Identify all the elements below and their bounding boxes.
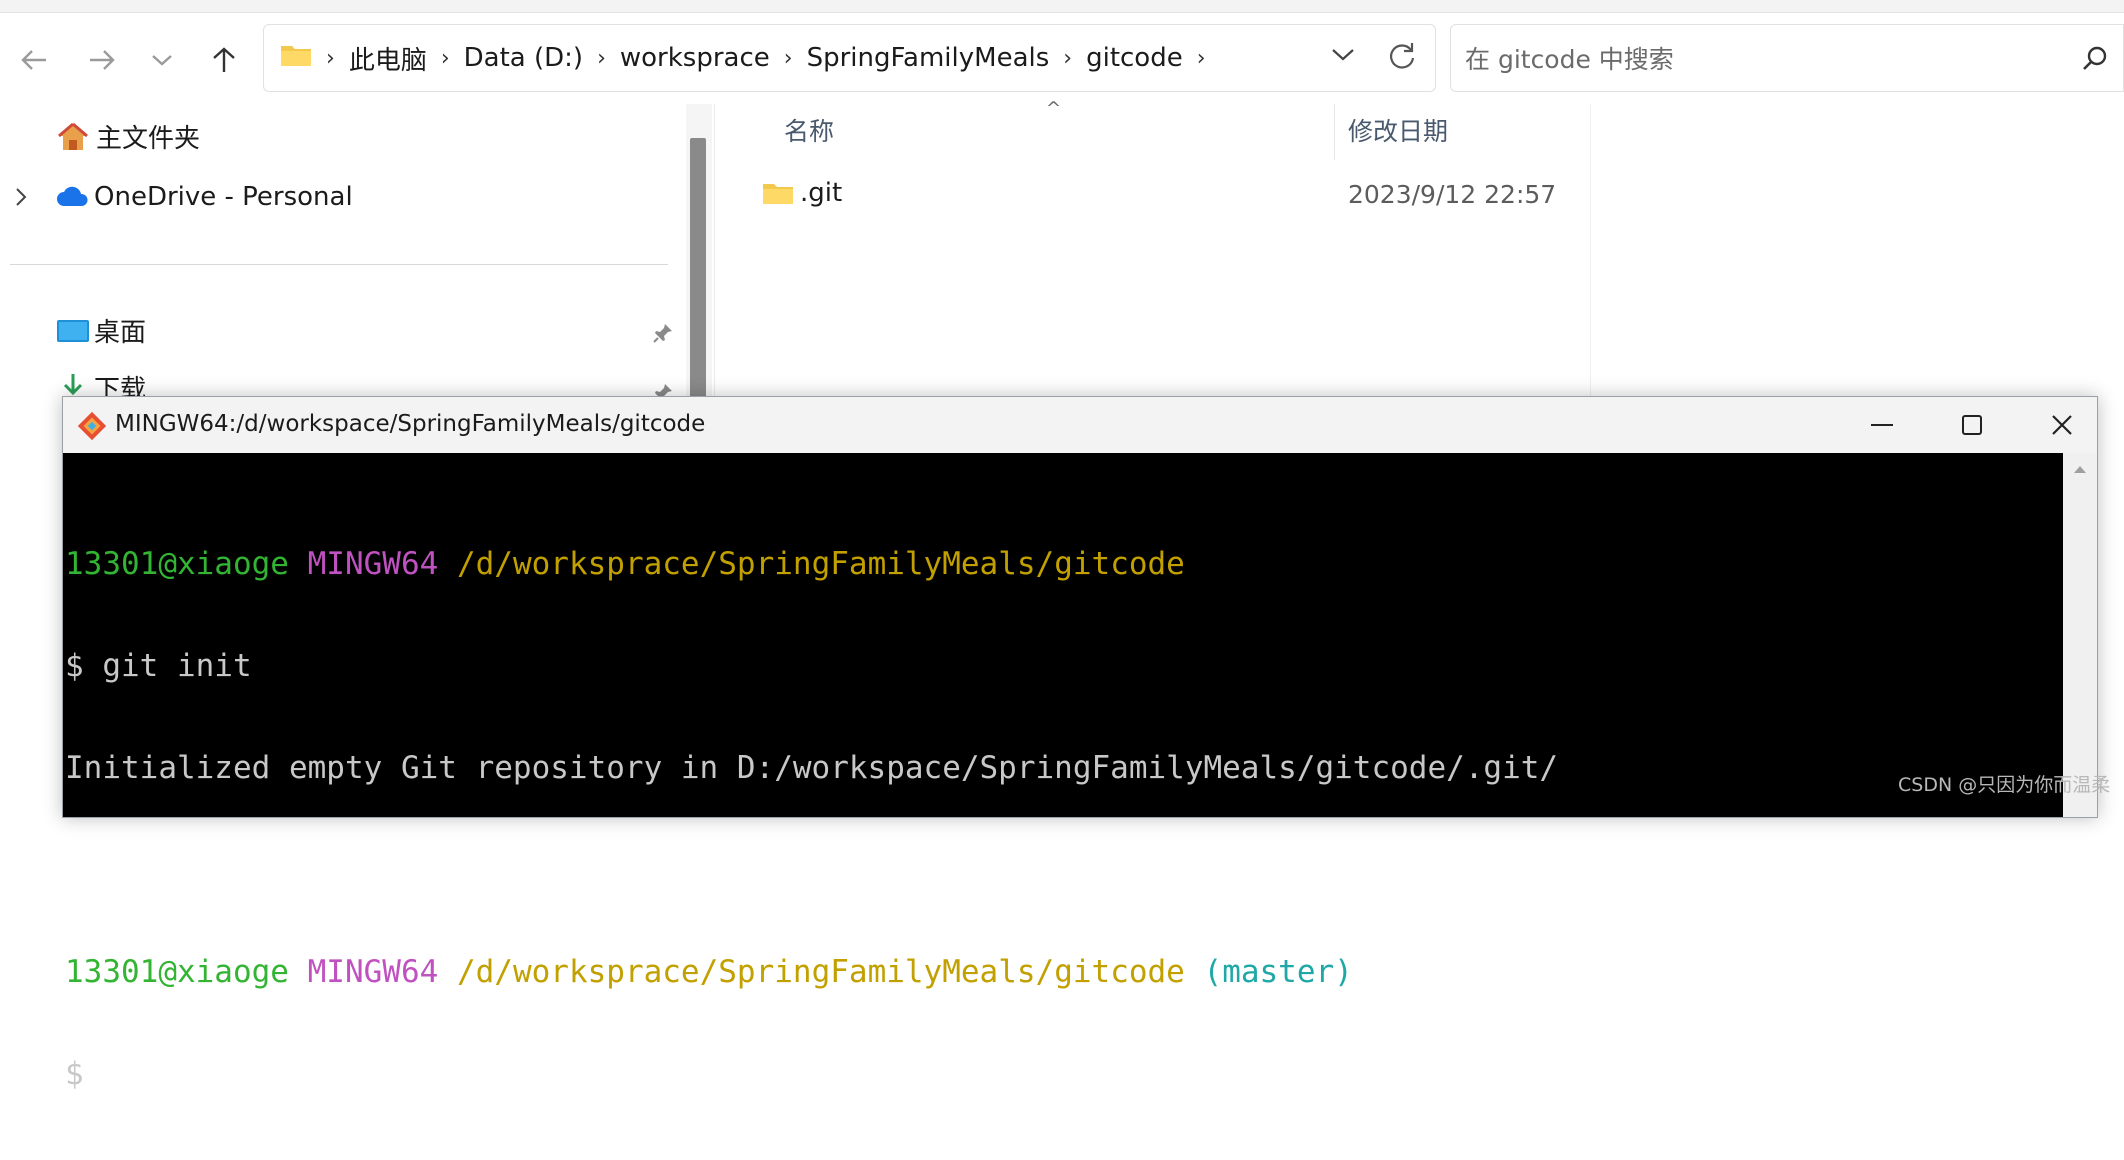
breadcrumb-separator: › [326, 45, 335, 71]
breadcrumb-data-drive[interactable]: Data (D:) [464, 43, 583, 73]
close-button[interactable] [2017, 397, 2107, 453]
recent-locations-button[interactable] [140, 38, 184, 82]
back-button[interactable] [12, 38, 56, 82]
terminal-command-line: $ git init [65, 648, 252, 684]
maximize-icon [1962, 415, 1982, 435]
nav-scrollbar-thumb[interactable] [690, 138, 706, 408]
terminal-output[interactable]: 13301@xiaoge MINGW64 /d/worksprace/Sprin… [65, 479, 2055, 1091]
terminal-title-bar[interactable]: MINGW64:/d/workspace/SpringFamilyMeals/g… [63, 397, 2097, 453]
breadcrumb-separator[interactable]: › [441, 46, 450, 71]
column-header-name[interactable]: 名称 [784, 112, 834, 148]
terminal-prompt-line: 13301@xiaoge MINGW64 /d/worksprace/Sprin… [65, 547, 2055, 581]
nav-item-home[interactable]: 主文件夹 [56, 118, 200, 155]
window-top-edge [0, 0, 2124, 13]
folder-icon [280, 42, 312, 75]
prompt-host: MINGW64 [307, 546, 439, 582]
breadcrumb-separator[interactable]: › [784, 46, 793, 71]
nav-item-label: 主文件夹 [96, 124, 201, 154]
up-button[interactable] [202, 38, 246, 82]
nav-item-label: OneDrive - Personal [94, 182, 353, 212]
search-icon[interactable] [2081, 45, 2109, 77]
terminal-output-line: Initialized empty Git repository in D:/w… [65, 750, 1559, 786]
chevron-down-icon [152, 55, 172, 66]
git-bash-icon [77, 411, 107, 441]
prompt-user: 13301@xiaoge [65, 954, 289, 990]
folder-icon [763, 184, 793, 204]
pane-splitter[interactable] [714, 104, 715, 404]
scroll-up-icon[interactable] [2072, 463, 2088, 475]
nav-divider [10, 264, 668, 265]
desktop-icon [57, 319, 89, 342]
breadcrumb-gitcode[interactable]: gitcode [1086, 43, 1183, 73]
arrow-right-icon [90, 50, 115, 70]
chevron-right-icon[interactable] [14, 187, 28, 207]
chevron-down-icon [1332, 49, 1354, 61]
breadcrumb: › 此电脑 › Data (D:) › worksprace › SpringF… [264, 40, 1220, 77]
terminal-scrollbar[interactable] [2063, 453, 2097, 817]
column-divider[interactable] [1334, 104, 1335, 160]
terminal-title: MINGW64:/d/workspace/SpringFamilyMeals/g… [115, 411, 706, 437]
search-box[interactable] [1450, 24, 2124, 92]
file-modified-date: 2023/9/12 22:57 [1348, 180, 1557, 209]
column-divider [1590, 104, 1591, 404]
terminal-window[interactable]: MINGW64:/d/workspace/SpringFamilyMeals/g… [62, 396, 2098, 1091]
prompt-host: MINGW64 [307, 954, 439, 990]
breadcrumb-separator[interactable]: › [1197, 46, 1206, 71]
file-name: .git [800, 178, 843, 208]
terminal-input-line[interactable]: $ [65, 1057, 2055, 1091]
refresh-icon [1390, 43, 1415, 69]
arrow-left-icon [21, 50, 46, 70]
terminal-prompt-line: 13301@xiaoge MINGW64 /d/worksprace/Sprin… [65, 955, 2055, 989]
prompt-user: 13301@xiaoge [65, 546, 289, 582]
minimize-button[interactable] [1837, 397, 1927, 453]
breadcrumb-this-pc[interactable]: 此电脑 [349, 40, 427, 77]
nav-scrollbar[interactable] [686, 104, 712, 408]
home-icon [58, 122, 88, 150]
forward-button[interactable] [80, 38, 124, 82]
pin-icon[interactable] [652, 322, 674, 344]
prompt-branch: (master) [1203, 954, 1353, 990]
column-header-modified[interactable]: 修改日期 [1348, 112, 1448, 148]
prompt-path: /d/worksprace/SpringFamilyMeals/gitcode [456, 546, 1185, 582]
nav-item-desktop[interactable]: 桌面 [56, 312, 146, 349]
arrow-up-icon [213, 47, 235, 72]
address-bar[interactable]: › 此电脑 › Data (D:) › worksprace › SpringF… [263, 24, 1436, 92]
cloud-icon [57, 186, 88, 206]
minimize-icon [1871, 424, 1893, 426]
search-input[interactable] [1463, 39, 2027, 79]
watermark: CSDN @只因为你而温柔 [1898, 774, 2111, 796]
nav-item-onedrive[interactable]: OneDrive - Personal [14, 182, 353, 212]
prompt-path: /d/worksprace/SpringFamilyMeals/gitcode [456, 954, 1185, 990]
file-row[interactable]: .git 2023/9/12 22:57 [752, 170, 1592, 220]
refresh-button[interactable] [1387, 41, 1417, 75]
address-history-button[interactable] [1331, 47, 1355, 67]
maximize-button[interactable] [1927, 397, 2017, 453]
breadcrumb-separator[interactable]: › [1063, 46, 1072, 71]
nav-item-label: 桌面 [94, 318, 147, 348]
close-icon [2052, 415, 2072, 435]
breadcrumb-separator[interactable]: › [597, 46, 606, 71]
sort-ascending-icon: ^ [1046, 98, 1062, 119]
breadcrumb-workspace[interactable]: worksprace [620, 43, 770, 73]
breadcrumb-springfamilymeals[interactable]: SpringFamilyMeals [807, 43, 1050, 73]
